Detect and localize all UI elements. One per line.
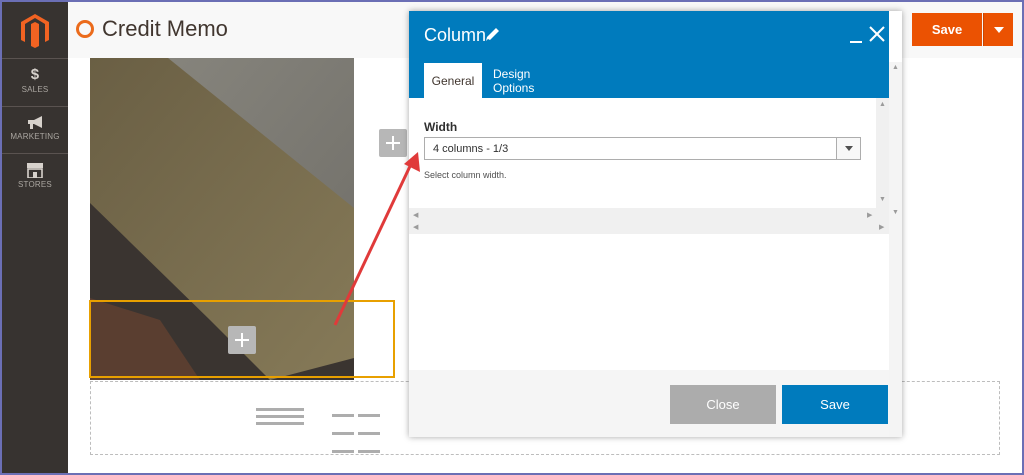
modal-close-button[interactable]: Close xyxy=(670,385,776,424)
sidebar-item-label: SALES xyxy=(21,85,49,94)
page-builder-icon xyxy=(76,20,94,38)
dollar-icon: $ xyxy=(30,66,40,83)
tab-design-options[interactable]: Design Options xyxy=(493,63,571,98)
horizontal-scrollbar[interactable]: ◀ ▶ ◀ ▶ xyxy=(409,208,889,234)
scroll-right-icon[interactable]: ▶ xyxy=(867,211,872,219)
megaphone-icon xyxy=(28,116,42,129)
sidebar-divider xyxy=(2,58,68,59)
content-scrollbar[interactable]: ▲ ▼ xyxy=(876,98,889,208)
caret-down-icon xyxy=(844,146,853,151)
scroll-up-icon[interactable]: ▲ xyxy=(879,101,886,108)
scroll-up-icon[interactable]: ▲ xyxy=(892,64,899,71)
pencil-icon[interactable] xyxy=(485,26,501,42)
one-column-layout-icon[interactable] xyxy=(256,408,304,429)
plus-icon xyxy=(386,136,400,150)
scroll-down-icon[interactable]: ▼ xyxy=(879,196,886,203)
sidebar-divider xyxy=(2,106,68,107)
width-help-text: Select column width. xyxy=(424,170,507,180)
magento-logo-icon[interactable] xyxy=(21,14,49,48)
modal-scrollbar[interactable]: ▲ ▼ xyxy=(889,62,902,437)
tab-general[interactable]: General xyxy=(424,63,482,98)
caret-down-icon xyxy=(993,26,1004,33)
close-icon[interactable] xyxy=(868,25,886,43)
sidebar-item-label: STORES xyxy=(18,180,52,189)
sidebar-item-marketing[interactable]: MARKETING xyxy=(2,116,68,141)
modal-title: Column xyxy=(424,25,487,45)
page-title: Credit Memo xyxy=(102,16,228,41)
width-select[interactable]: 4 columns - 1/3 xyxy=(424,137,861,160)
sidebar-item-label: MARKETING xyxy=(10,132,60,141)
scroll-right-icon[interactable]: ▶ xyxy=(879,223,884,231)
add-content-button[interactable] xyxy=(228,326,256,354)
sidebar-divider xyxy=(2,153,68,154)
admin-sidebar: $ SALES MARKETING STORES xyxy=(2,2,68,473)
scroll-down-icon[interactable]: ▼ xyxy=(892,209,899,216)
modal-save-button[interactable]: Save xyxy=(782,385,888,424)
two-column-layout-icon[interactable] xyxy=(332,408,380,462)
save-options-toggle[interactable] xyxy=(983,13,1013,46)
storefront-icon xyxy=(27,163,43,178)
width-select-value: 4 columns - 1/3 xyxy=(433,143,509,155)
sidebar-item-stores[interactable]: STORES xyxy=(2,163,68,189)
column-settings-modal: Column General Design Options ▲ ▼ ▲ ▼ ◀ … xyxy=(409,11,902,437)
select-caret[interactable] xyxy=(836,138,860,159)
width-label: Width xyxy=(424,120,458,134)
header-save-button[interactable]: Save xyxy=(912,13,982,46)
annotation-arrow xyxy=(333,152,420,326)
plus-icon xyxy=(235,333,249,347)
minimize-icon[interactable] xyxy=(850,31,862,43)
sidebar-item-sales[interactable]: $ SALES xyxy=(2,66,68,94)
